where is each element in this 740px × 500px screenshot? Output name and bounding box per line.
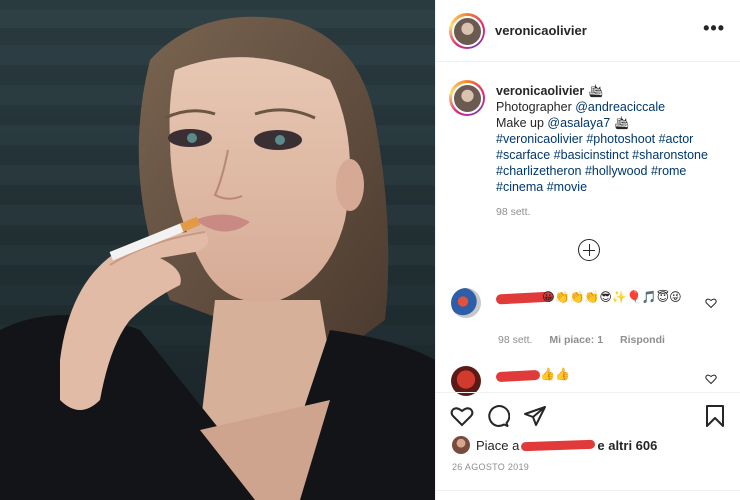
avatar-image xyxy=(451,15,483,47)
post-actions-bar xyxy=(436,392,740,438)
comment-text: 👍👍 xyxy=(540,367,570,381)
caption-line-1: veronicaolivier 🛳 xyxy=(496,83,726,99)
post-side-panel: veronicaolivier ••• veronicaolivier 🛳 Ph… xyxy=(435,0,740,500)
add-comment-divider xyxy=(436,490,740,500)
comment-bubble-icon[interactable] xyxy=(486,404,510,428)
likes-prefix: Piace a xyxy=(476,437,520,453)
avatar-image xyxy=(451,82,483,114)
save-bookmark-icon[interactable] xyxy=(704,404,726,428)
post-photo[interactable] xyxy=(0,0,435,500)
redacted-username xyxy=(495,369,541,383)
portrait-image xyxy=(0,10,435,500)
author-avatar[interactable] xyxy=(449,13,485,49)
hashtags-line[interactable]: #charlizetheron #hollywood #rome xyxy=(496,163,726,179)
makeup-mention-link[interactable]: @asalaya7 xyxy=(547,116,610,130)
caption-line-3: Make up @asalaya7 🛳 xyxy=(496,115,726,131)
caption-emoji: 🛳 xyxy=(613,116,630,130)
caption-emoji: 🛳 xyxy=(587,84,604,98)
caption-text: veronicaolivier 🛳 Photographer @andreaci… xyxy=(496,83,726,195)
caption-makeup-label: Make up xyxy=(496,116,548,130)
caption-photographer-label: Photographer xyxy=(496,100,576,114)
hashtags-line[interactable]: #veronicaolivier #photoshoot #actor xyxy=(496,131,726,147)
commenter-avatar[interactable] xyxy=(451,288,481,318)
comment-text: 😀👏👏👏😎✨🎈🎵😇😜 xyxy=(542,290,682,304)
more-options-icon[interactable]: ••• xyxy=(703,18,725,39)
caption-avatar[interactable] xyxy=(449,80,485,116)
post-header: veronicaolivier ••• xyxy=(436,0,740,62)
photographer-mention-link[interactable]: @andreaciccale xyxy=(575,100,665,114)
caption-timestamp[interactable]: 98 sett. xyxy=(496,206,530,218)
caption-line-2: Photographer @andreaciccale xyxy=(496,99,726,115)
like-comment-heart-icon[interactable] xyxy=(705,373,717,385)
likes-count-link[interactable]: e altri 606 xyxy=(597,438,657,453)
reply-button[interactable]: Rispondi xyxy=(620,334,665,346)
load-more-comments-icon[interactable] xyxy=(578,239,600,261)
post-date[interactable]: 26 AGOSTO 2019 xyxy=(452,462,529,472)
comment-timestamp[interactable]: 98 sett. xyxy=(498,334,532,346)
redacted-liker-username xyxy=(521,439,596,451)
likes-summary: Piace a e altri 606 xyxy=(452,436,657,454)
liker-avatar[interactable] xyxy=(452,436,470,454)
comment-meta: 98 sett. Mi piace: 1 Rispondi xyxy=(498,334,679,346)
comment-likes-count[interactable]: Mi piace: 1 xyxy=(549,334,603,346)
share-paper-plane-icon[interactable] xyxy=(523,404,547,428)
hashtags-line[interactable]: #scarface #basicinstinct #sharonstone xyxy=(496,147,726,163)
caption-username[interactable]: veronicaolivier xyxy=(496,84,584,98)
author-username[interactable]: veronicaolivier xyxy=(495,23,587,38)
hashtags-line[interactable]: #cinema #movie xyxy=(496,179,726,195)
like-heart-icon[interactable] xyxy=(450,404,474,428)
like-comment-heart-icon[interactable] xyxy=(705,297,717,309)
